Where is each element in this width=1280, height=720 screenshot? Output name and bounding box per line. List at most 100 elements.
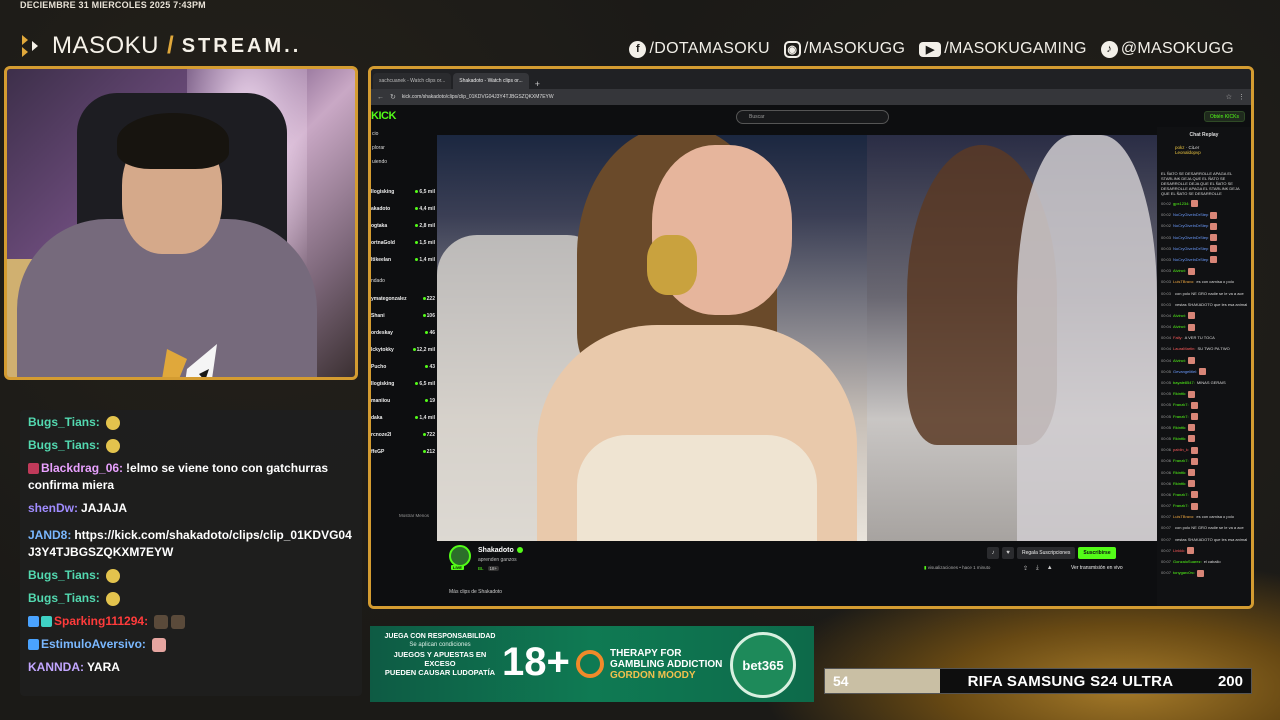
sidebar-channel[interactable]: Shani 106 bbox=[371, 307, 437, 324]
notification-bell-icon[interactable]: ♪ bbox=[987, 547, 999, 559]
sidebar-channel[interactable]: ortnaGold 1,5 mil bbox=[371, 234, 437, 251]
sidebar-item-explore[interactable]: plorar bbox=[371, 141, 437, 155]
chat-replay-user[interactable]: pablin_k: bbox=[1173, 447, 1189, 452]
sidebar-channel[interactable]: lckytokky 12,2 mil bbox=[371, 341, 437, 358]
gift-subs-button[interactable]: Regala Suscripciones bbox=[1017, 547, 1076, 559]
get-kicks-button[interactable]: Obtén KICKs bbox=[1203, 111, 1245, 122]
sidebar-channel[interactable]: daka 1,4 mil bbox=[371, 409, 437, 426]
watch-live-link[interactable]: Ver transmisión en vivo bbox=[1071, 565, 1123, 571]
chat-replay-user[interactable]: Rkinttk: bbox=[1173, 391, 1186, 396]
clip-stats-text: visualizaciones • hace 1 minuto bbox=[927, 565, 991, 570]
sidebar-item-home[interactable]: cio bbox=[371, 127, 437, 141]
chat-replay-line: 00:03 Alvinct: bbox=[1157, 265, 1251, 276]
chat-replay-user[interactable]: Franzk7: bbox=[1173, 503, 1189, 508]
chat-replay-line: 00:04 Alvinct: bbox=[1157, 355, 1251, 366]
gift-badge-icon bbox=[41, 616, 52, 628]
sidebar-channel[interactable]: rcnoze2l 722 bbox=[371, 426, 437, 443]
streamer-avatar[interactable] bbox=[449, 545, 471, 567]
clip-action-icons: ⇪ ⤓ ▲ bbox=[1023, 565, 1053, 572]
sidebar-channel[interactable]: Ilogisking 6,5 mil bbox=[371, 375, 437, 392]
back-icon[interactable]: ← bbox=[377, 94, 384, 101]
channel-viewers: 19 bbox=[429, 397, 435, 404]
chat-replay-panel: Chat Replay pokz · CiLer Leonaldopvp EL … bbox=[1157, 127, 1251, 606]
chat-replay-user[interactable]: bayale8547: bbox=[1173, 380, 1195, 385]
chat-replay-user[interactable]: Alvinct: bbox=[1173, 358, 1186, 363]
show-less-button[interactable]: Mostrar Menos bbox=[399, 513, 429, 518]
menu-icon[interactable]: ⋮ bbox=[1238, 93, 1245, 101]
kick-search-input[interactable]: Buscar bbox=[736, 110, 889, 124]
share-icon[interactable]: ⇪ bbox=[1023, 565, 1028, 572]
chat-replay-user[interactable]: Franzk7: bbox=[1173, 492, 1189, 497]
channel-name: maniiou bbox=[371, 397, 391, 404]
chat-replay-line: 00:02 NoCryGiveInDrStep bbox=[1157, 209, 1251, 220]
browser-tab[interactable]: sachcuanek - Watch clips or... bbox=[373, 73, 452, 89]
chat-replay-user[interactable]: Franzk7: bbox=[1173, 402, 1189, 407]
channel-viewers: 6,5 mil bbox=[419, 380, 435, 387]
chat-replay-user[interactable]: LuisTBravo: bbox=[1173, 514, 1194, 519]
chat-text: JAJAJA bbox=[81, 501, 128, 515]
chat-replay-user[interactable]: Alvinct: bbox=[1173, 324, 1186, 329]
chat-replay-user[interactable]: Rkinttk: bbox=[1173, 436, 1186, 441]
chat-replay-user[interactable]: Linkkk: bbox=[1173, 548, 1185, 553]
chat-replay-user[interactable]: gpx1234: bbox=[1173, 201, 1189, 206]
chat-replay-user[interactable]: NoCryGiveInDrStep bbox=[1173, 212, 1208, 217]
channel-name: daka bbox=[371, 414, 383, 421]
sidebar-channel[interactable]: akadoto 4,4 mil bbox=[371, 200, 437, 217]
sidebar-channel[interactable]: Ilogisking 6,5 mil bbox=[371, 183, 437, 200]
chat-replay-user[interactable]: Gevangelitlel: bbox=[1173, 369, 1197, 374]
pinned-user: Leonaldopvp bbox=[1175, 150, 1201, 155]
emote-icon bbox=[1187, 547, 1195, 555]
kick-logo[interactable]: KICK bbox=[371, 110, 396, 122]
stream-chat: Bugs_Tians: Bugs_Tians: Blackdrag_06: !el… bbox=[20, 410, 362, 696]
chat-replay-user[interactable]: NoCryGiveInDrStep bbox=[1173, 257, 1208, 262]
chat-replay-user[interactable]: Alvinct: bbox=[1173, 313, 1186, 318]
report-icon[interactable]: ▲ bbox=[1047, 565, 1053, 572]
chat-replay-user[interactable]: GonzaloSuarez: bbox=[1173, 559, 1202, 564]
channel-viewers: 212 bbox=[426, 448, 435, 455]
sidebar-channel[interactable]: ogtaka 2,8 mil bbox=[371, 217, 437, 234]
chat-replay-user[interactable]: tonygarc0rc: bbox=[1173, 570, 1195, 575]
bookmark-icon[interactable]: ☆ bbox=[1226, 93, 1232, 101]
chat-replay-user[interactable]: Franzk7: bbox=[1173, 458, 1189, 463]
chat-replay-user[interactable]: Franzk7: bbox=[1173, 414, 1189, 419]
channel-name: Shani bbox=[371, 312, 385, 319]
chat-replay-user[interactable]: NoCryGiveInDrStep bbox=[1173, 223, 1208, 228]
sidebar-channel[interactable]: ordeskay 46 bbox=[371, 324, 437, 341]
sidebar-channel[interactable]: Pucho 43 bbox=[371, 358, 437, 375]
url-field[interactable]: kick.com/shakadoto/clips/clip_01KDVG04J3… bbox=[402, 94, 1220, 100]
chat-replay-user[interactable]: Rkinttk: bbox=[1173, 481, 1186, 486]
chat-replay-time: 00:07 bbox=[1161, 559, 1172, 564]
sidebar-item-following[interactable]: uiendo bbox=[371, 155, 437, 169]
chat-replay-user[interactable]: Alvinct: bbox=[1173, 268, 1186, 273]
download-icon[interactable]: ⤓ bbox=[1036, 565, 1039, 572]
social-tiktok-label: @MASOKUGG bbox=[1120, 40, 1234, 57]
gambling-ad-banner[interactable]: JUEGA CON RESPONSABILIDAD Se aplican con… bbox=[370, 626, 814, 702]
emote-icon bbox=[105, 591, 120, 606]
chat-replay-user[interactable]: LauraMartin: bbox=[1173, 346, 1195, 351]
clip-video-player[interactable] bbox=[437, 135, 1157, 541]
browser-tab-active[interactable]: Shakadoto - Watch clips or... bbox=[453, 73, 529, 89]
sidebar-channel[interactable]: ltikeelan 1,4 mil bbox=[371, 251, 437, 268]
social-instagram: ◉ /MASOKUGG bbox=[783, 40, 905, 58]
chat-replay-user[interactable]: Rkinttk: bbox=[1173, 425, 1186, 430]
streamer-name[interactable]: Shakadoto bbox=[478, 547, 523, 554]
reload-icon[interactable]: ↻ bbox=[390, 93, 396, 101]
chat-replay-user[interactable]: Rkinttk: bbox=[1173, 470, 1186, 475]
chat-replay-user[interactable]: NoCryGiveInDrStep bbox=[1173, 235, 1208, 240]
chat-replay-line: 00:02 NoCryGiveInDrStep bbox=[1157, 220, 1251, 231]
emote-icon bbox=[1199, 368, 1207, 376]
sidebar-channel[interactable]: ffeGP 212 bbox=[371, 443, 437, 460]
new-tab-icon[interactable]: + bbox=[531, 79, 544, 89]
sidebar-channel[interactable]: maniiou 19 bbox=[371, 392, 437, 409]
chat-replay-user[interactable]: Fally: bbox=[1173, 335, 1183, 340]
chat-username: Blackdrag_06: bbox=[41, 461, 124, 475]
chat-replay-user[interactable]: NoCryGiveInDrStep bbox=[1173, 246, 1208, 251]
chat-replay-user[interactable]: LuisTBravo: bbox=[1173, 279, 1194, 284]
sidebar-channel[interactable]: ymategonzalez 222 bbox=[371, 290, 437, 307]
chat-replay-text: vestas SHAKADOTO que les esa animal bbox=[1175, 301, 1248, 307]
share-icon[interactable]: ♥ bbox=[1002, 547, 1014, 559]
chat-username: shenDw: bbox=[28, 501, 79, 515]
subscribe-button[interactable]: Suscribirse bbox=[1078, 547, 1116, 559]
emote-icon bbox=[1188, 390, 1196, 398]
brand-slash: / bbox=[167, 32, 174, 59]
